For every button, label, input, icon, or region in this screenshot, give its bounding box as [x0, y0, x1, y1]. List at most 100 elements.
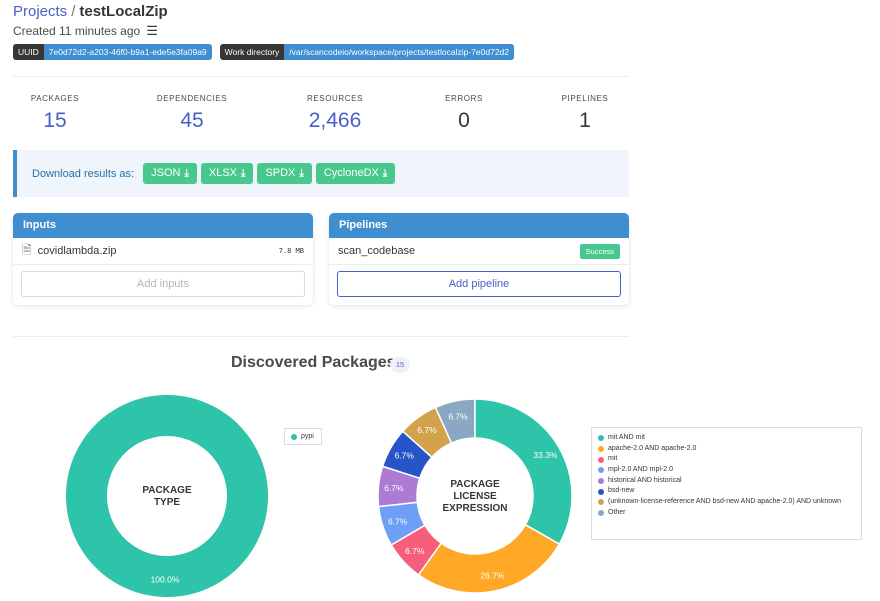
pie-slice-label: 6.7% — [405, 546, 425, 556]
download-xlsx-label: XLSX — [208, 167, 238, 179]
download-json-button[interactable]: JSON ⤓ — [143, 163, 197, 184]
stat-value-link[interactable]: 15 — [0, 109, 115, 133]
pipeline-name[interactable]: scan_codebase — [338, 245, 580, 257]
inputs-panel: Inputs 🗎 covidlambda.zip 7.8 MB Add inpu… — [13, 213, 313, 305]
package-license-legend: mit AND mit apache-2.0 AND apache-2.0 mit m… — [591, 427, 862, 540]
download-bar: Download results as: JSON ⤓ XLSX ⤓ SPDX ⤓ C… — [13, 150, 629, 197]
package-type-legend: pypi — [284, 428, 322, 445]
pie-slice-label: 6.7% — [395, 450, 415, 460]
stat-value-link[interactable]: 2,466 — [275, 109, 395, 133]
legend-item[interactable]: (unknown-license-reference AND bsd-new A… — [598, 497, 861, 508]
breadcrumb-projects-link[interactable]: Projects — [13, 3, 67, 20]
legend-swatch — [598, 478, 604, 485]
pie-slice-1[interactable] — [474, 398, 573, 545]
workdir-value: /var/scancodeio/workspace/projects/testl… — [284, 44, 515, 60]
pie-slice-label: 6.7% — [384, 483, 404, 493]
download-icon: ⤓ — [299, 168, 304, 179]
stat-label: ERRORS — [445, 94, 483, 103]
discovered-packages-title: Discovered Packages — [231, 354, 396, 371]
legend-swatch — [598, 488, 604, 495]
pie-slice-label: 6.7% — [388, 517, 408, 527]
project-stats: PACKAGES 15 DEPENDENCIES 45 RESOURCES 2,… — [13, 94, 629, 138]
pie-slice-label: 6.7% — [448, 411, 468, 421]
download-spdx-button[interactable]: SPDX ⤓ — [257, 163, 312, 184]
legend-swatch — [598, 456, 604, 463]
breadcrumb-separator: / — [71, 3, 76, 20]
created-text: Created 11 minutes ago — [13, 24, 141, 38]
workdir-label: Work directory — [219, 44, 285, 60]
legend-item[interactable]: mpl-2.0 AND mpl-2.0 — [598, 465, 861, 476]
legend-item[interactable]: historical AND historical — [598, 476, 861, 487]
workdir-tag: Work directory /var/scancodeio/workspace… — [219, 44, 515, 60]
legend-label: bsd-new — [608, 487, 635, 495]
uuid-tag: UUID 7e0d72d2-a203-46f0-b9a1-ede5e3fa09a… — [13, 44, 212, 60]
project-tags: UUID 7e0d72d2-a203-46f0-b9a1-ede5e3fa09a… — [13, 44, 515, 60]
stat-errors: ERRORS 0 — [404, 94, 524, 133]
created-info: Created 11 minutes ago ☰ — [13, 23, 158, 39]
legend-label: Other — [608, 508, 626, 516]
pie-slice-1[interactable] — [66, 395, 268, 597]
divider — [13, 336, 629, 337]
pipelines-panel: Pipelines scan_codebase Success Add pipe… — [329, 213, 629, 305]
uuid-value: 7e0d72d2-a203-46f0-b9a1-ede5e3fa09a9 — [43, 44, 212, 60]
page-title: testLocalZip — [79, 3, 168, 20]
download-label: Download results as: — [32, 167, 135, 180]
legend-swatch — [598, 467, 604, 474]
download-icon: ⤓ — [241, 168, 246, 179]
download-json-label: JSON — [151, 167, 181, 179]
download-cyclonedx-button[interactable]: CycloneDX ⤓ — [315, 163, 396, 184]
stat-pipelines: PIPELINES 1 — [525, 94, 645, 133]
package-type-center-label: PACKAGE TYPE — [142, 485, 192, 508]
stat-resources: RESOURCES 2,466 — [275, 94, 395, 133]
legend-item[interactable]: mit AND mit — [598, 433, 861, 444]
input-file-row: 🗎 covidlambda.zip 7.8 MB — [13, 238, 313, 265]
legend-label: apache-2.0 AND apache-2.0 — [608, 444, 697, 452]
breadcrumb: Projects / testLocalZip — [13, 3, 168, 20]
legend-item[interactable]: apache-2.0 AND apache-2.0 — [598, 444, 861, 455]
stat-packages: PACKAGES 15 — [0, 94, 115, 133]
stat-label: DEPENDENCIES — [156, 94, 228, 103]
pipeline-row[interactable]: scan_codebase Success — [329, 238, 629, 265]
legend-item[interactable]: mit — [598, 454, 861, 465]
stat-value: 1 — [579, 109, 591, 132]
pipelines-panel-title: Pipelines — [329, 213, 629, 238]
package-license-center-label: PACKAGE LICENSE EXPRESSION — [442, 479, 507, 514]
legend-swatch — [291, 433, 297, 440]
legend-item[interactable]: bsd-new — [598, 486, 861, 497]
discovered-packages-count: 15 — [390, 357, 410, 373]
legend-label: mit AND mit — [608, 434, 645, 441]
pie-slice-label: 26.7% — [480, 571, 505, 581]
uuid-label: UUID — [13, 44, 44, 60]
stat-value: 0 — [458, 109, 470, 132]
inputs-panel-title: Inputs — [13, 213, 313, 238]
download-icon: ⤓ — [382, 168, 388, 179]
stat-value-link[interactable]: 45 — [132, 109, 252, 133]
pie-slice-label: 100.0% — [151, 575, 180, 585]
legend-label: historical AND historical — [608, 476, 682, 484]
legend-item[interactable]: Other — [598, 508, 861, 519]
status-badge: Success — [579, 243, 620, 259]
stat-label: PACKAGES — [30, 94, 80, 103]
legend-swatch — [598, 446, 604, 453]
add-inputs-button[interactable]: Add inputs — [21, 271, 305, 297]
input-file-name: covidlambda.zip — [37, 245, 117, 257]
legend-label: mit — [608, 455, 618, 463]
download-icon: ⤓ — [184, 168, 189, 179]
download-xlsx-button[interactable]: XLSX ⤓ — [200, 163, 254, 184]
package-type-chart: PACKAGE TYPE 100.0% — [66, 395, 268, 597]
stat-label: PIPELINES — [561, 94, 609, 103]
legend-swatch — [598, 435, 604, 442]
file-icon: 🗎 — [22, 242, 32, 257]
legend-label[interactable]: pypi — [301, 433, 314, 440]
input-file-size: 7.8 MB — [278, 247, 304, 255]
add-pipeline-button[interactable]: Add pipeline — [337, 271, 621, 297]
stat-dependencies: DEPENDENCIES 45 — [132, 94, 252, 133]
download-cyclonedx-label: CycloneDX — [323, 167, 379, 179]
divider — [13, 76, 629, 77]
legend-label: (unknown-license-reference AND bsd-new A… — [608, 498, 842, 506]
download-spdx-label: SPDX — [265, 167, 296, 179]
legend-swatch — [598, 499, 604, 506]
pie-slice-label: 6.7% — [417, 425, 437, 435]
pie-slice-2[interactable] — [417, 523, 561, 594]
sliders-icon[interactable]: ☰ — [146, 23, 158, 39]
